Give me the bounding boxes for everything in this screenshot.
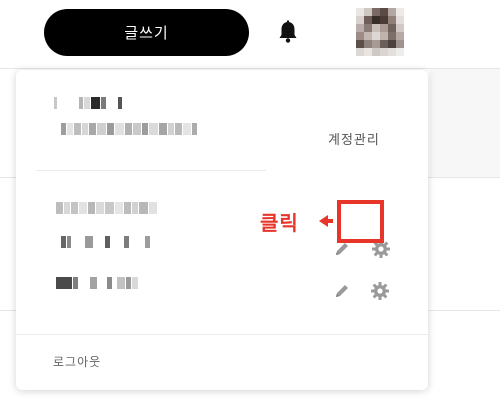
blog-item-blurred[interactable] (56, 276, 138, 290)
account-section-divider (36, 170, 266, 171)
bell-icon[interactable] (274, 18, 302, 46)
account-email-blurred (61, 122, 197, 136)
logout-divider (16, 334, 428, 335)
avatar[interactable] (356, 8, 404, 56)
write-button[interactable]: 글쓰기 (44, 9, 249, 56)
arrow-right-icon (317, 213, 335, 229)
blog-title-blurred (56, 201, 157, 215)
blog-item-blurred[interactable] (61, 235, 150, 249)
background-divider (0, 68, 500, 69)
account-manage-link[interactable]: 계정관리 (328, 129, 380, 148)
settings-highlight-box (337, 200, 384, 243)
background-panel (430, 69, 500, 177)
logout-link[interactable]: 로그아웃 (53, 353, 101, 370)
gear-icon[interactable] (370, 281, 390, 301)
account-name-blurred (54, 96, 122, 110)
click-annotation-label: 클릭 (260, 211, 299, 235)
page: 글쓰기 계정관리 로그아웃 클릭 (0, 0, 500, 400)
pencil-icon[interactable] (332, 281, 352, 301)
